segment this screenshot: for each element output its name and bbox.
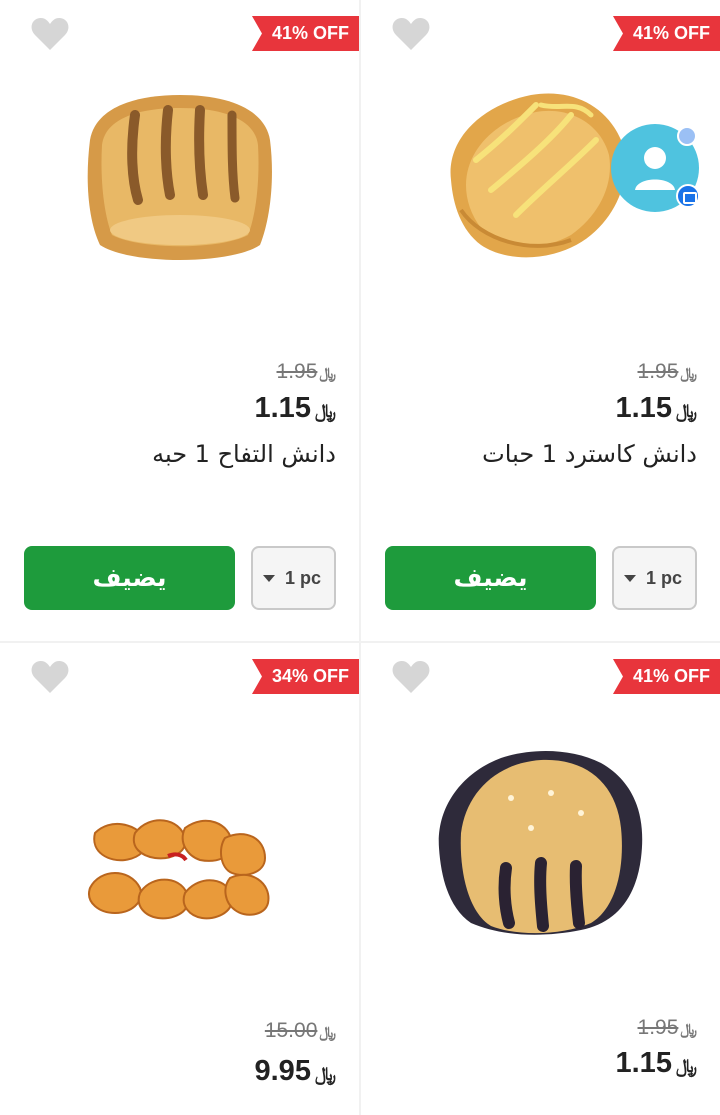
heart-icon (392, 660, 430, 693)
original-price: 15.00 ﷼ (264, 1019, 336, 1042)
add-to-cart-button[interactable]: يضيف (24, 546, 235, 610)
product-image[interactable] (421, 738, 661, 958)
heart-icon (392, 17, 430, 50)
favorite-button[interactable] (30, 16, 70, 52)
chat-icon (676, 184, 700, 208)
original-price: 1.95 ﷼ (276, 360, 336, 383)
sale-price: 1.15 ﷼ (615, 1047, 698, 1079)
discount-badge: 41% OFF (612, 16, 720, 51)
original-price: 1.95 ﷼ (637, 1016, 697, 1039)
chevron-down-icon (624, 575, 636, 582)
chevron-down-icon (263, 575, 275, 582)
sale-price: 1.15 ﷼ (254, 392, 337, 424)
product-card[interactable]: 34% OFF 15.00 ﷼ 9.95 ﷼ (0, 643, 359, 1115)
mini-croissants-image (88, 819, 270, 920)
product-name[interactable]: دانش التفاح 1 حبه (152, 440, 336, 468)
product-image[interactable] (60, 70, 300, 290)
discount-badge: 34% OFF (251, 659, 359, 694)
product-card[interactable]: 41% OFF 1.95 ﷼ 1.15 ﷼ (361, 643, 720, 1115)
product-grid: 41% OFF 1.95 ﷼ 1.15 ﷼ دانش كاسترد 1 حبات 1… (0, 0, 720, 1115)
quantity-select[interactable]: 1 pc (251, 546, 336, 610)
sale-price: 1.15 ﷼ (615, 392, 698, 424)
product-name[interactable]: دانش كاسترد 1 حبات (482, 440, 697, 468)
favorite-button[interactable] (30, 659, 70, 695)
favorite-button[interactable] (391, 16, 431, 52)
heart-icon (31, 660, 69, 693)
favorite-button[interactable] (391, 659, 431, 695)
user-icon (635, 147, 675, 190)
discount-badge: 41% OFF (612, 659, 720, 694)
heart-icon (31, 17, 69, 50)
chat-assistant-button[interactable] (611, 124, 700, 212)
product-image[interactable] (60, 763, 300, 983)
discount-badge: 41% OFF (251, 16, 359, 51)
blueberry-danish-image (438, 751, 643, 935)
sale-price: 9.95 ﷼ (254, 1055, 337, 1087)
product-card[interactable]: 41% OFF 1.95 ﷼ 1.15 ﷼ دانش التفاح 1 حبه 1 … (0, 0, 359, 641)
status-dot (677, 126, 697, 146)
add-to-cart-button[interactable]: يضيف (385, 546, 596, 610)
product-card[interactable]: 41% OFF 1.95 ﷼ 1.15 ﷼ دانش كاسترد 1 حبات 1… (361, 0, 720, 641)
original-price: 1.95 ﷼ (637, 360, 697, 383)
apple-danish-image (87, 95, 272, 260)
quantity-select[interactable]: 1 pc (612, 546, 697, 610)
